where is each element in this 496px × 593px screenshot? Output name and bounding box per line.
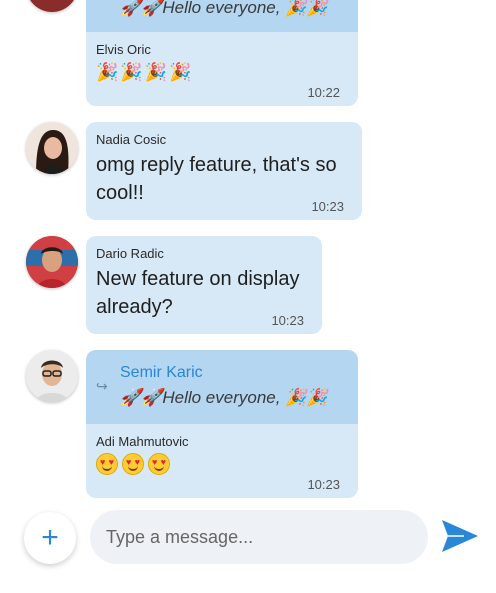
add-attachment-button[interactable]: + — [24, 512, 76, 564]
reply-text: 🚀🚀Hello everyone, 🎉🎉 — [120, 0, 328, 17]
emoji-row: 🎉 🎉 🎉 🎉 — [96, 61, 192, 83]
sender-name: Nadia Cosic — [96, 132, 167, 147]
party-popper-icon: 🎉 — [144, 62, 168, 82]
sender-name: Elvis Oric — [96, 42, 151, 57]
heart-eyes-icon — [148, 453, 170, 475]
plus-icon: + — [41, 521, 59, 554]
avatar-man-icon — [26, 236, 78, 288]
message-time: 10:23 — [271, 313, 304, 328]
reply-preview[interactable]: 🚀🚀Hello everyone, 🎉🎉 — [86, 0, 358, 32]
message-bubble[interactable]: 🚀🚀Hello everyone, 🎉🎉 Elvis Oric 🎉 🎉 🎉 🎉 … — [86, 0, 358, 106]
avatar[interactable] — [26, 122, 78, 174]
composer-bar: + — [0, 510, 496, 593]
sender-name: Dario Radic — [96, 246, 164, 261]
message-bubble[interactable]: Nadia Cosic omg reply feature, that's so… — [86, 122, 362, 220]
reply-arrow-icon: ↪ — [96, 378, 108, 394]
message-bubble[interactable]: Dario Radic New feature on display alrea… — [86, 236, 322, 334]
reply-text: 🚀🚀Hello everyone, 🎉🎉 — [120, 388, 328, 407]
send-icon[interactable] — [440, 518, 480, 554]
party-popper-icon: 🎉 — [120, 62, 143, 82]
message-time: 10:22 — [307, 85, 340, 100]
avatar-woman-icon — [26, 122, 78, 174]
party-popper-icon: 🎉 — [96, 62, 119, 82]
avatar[interactable] — [26, 236, 78, 288]
message-time: 10:23 — [307, 477, 340, 492]
emoji-row — [96, 453, 188, 475]
reply-sender-name: Semir Karic — [120, 364, 203, 381]
chat-thread: 🚀🚀Hello everyone, 🎉🎉 Elvis Oric 🎉 🎉 🎉 🎉 … — [0, 0, 496, 510]
message-input[interactable] — [90, 510, 428, 564]
sender-name: Adi Mahmutovic — [96, 434, 189, 449]
party-popper-icon: 🎉 — [169, 62, 192, 82]
message-time: 10:23 — [311, 199, 344, 214]
message-bubble[interactable]: ↪ Semir Karic 🚀🚀Hello everyone, 🎉🎉 Adi M… — [86, 350, 358, 498]
heart-eyes-icon — [122, 453, 144, 475]
reply-preview[interactable]: ↪ Semir Karic 🚀🚀Hello everyone, 🎉🎉 — [86, 350, 358, 424]
heart-eyes-icon — [96, 453, 118, 475]
avatar[interactable] — [26, 350, 78, 402]
avatar-man-glasses-icon — [26, 350, 78, 402]
avatar[interactable] — [26, 0, 78, 12]
